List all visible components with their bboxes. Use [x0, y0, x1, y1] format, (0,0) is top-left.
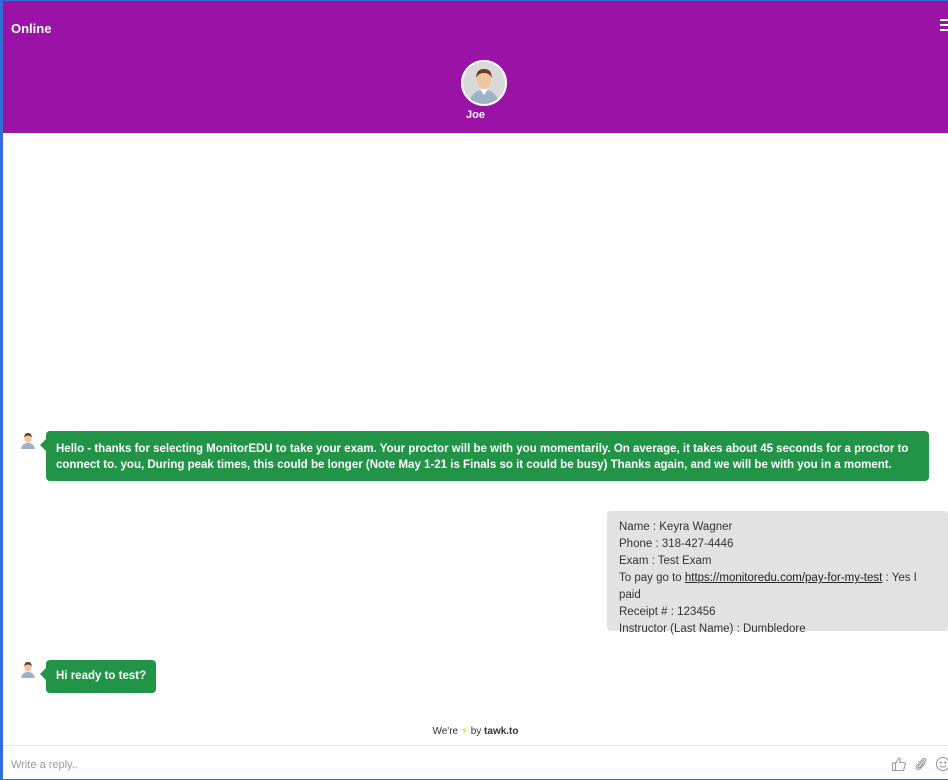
- pay-link[interactable]: https://monitoredu.com/pay-for-my-test: [685, 572, 882, 584]
- lightning-icon: ⚡: [460, 726, 468, 737]
- reply-input[interactable]: [11, 755, 871, 775]
- visitor-message-bubble: Name : Keyra Wagner Phone : 318-427-4446…: [607, 511, 948, 635]
- agent-message-text: Hello - thanks for selecting MonitorEDU …: [56, 443, 909, 471]
- chat-widget: Online Joe Hello - thanks for selecting …: [0, 0, 948, 780]
- agent-name: Joe: [466, 109, 485, 121]
- emoji-icon[interactable]: [935, 756, 948, 772]
- agent-avatar: [461, 60, 507, 106]
- chat-header: Online Joe: [3, 1, 948, 133]
- reply-bar: [3, 745, 948, 779]
- visitor-phone-line: Phone : 318-427-4446: [619, 538, 734, 550]
- agent-message-avatar: [19, 431, 37, 449]
- visitor-receipt-line: Receipt # : 123456: [619, 606, 716, 618]
- brand-name: tawk.to: [484, 726, 519, 737]
- menu-icon[interactable]: [940, 19, 948, 31]
- pay-prefix: To pay go to: [619, 572, 685, 584]
- visitor-instructor-line: Instructor (Last Name) : Dumbledore: [619, 623, 806, 635]
- agent-message-bubble: Hi ready to test?: [40, 660, 157, 693]
- visitor-name-line: Name : Keyra Wagner: [619, 521, 733, 533]
- powered-by[interactable]: We're ⚡ by tawk.to: [3, 726, 948, 737]
- powered-prefix: We're: [432, 726, 459, 737]
- paperclip-icon[interactable]: [913, 756, 929, 772]
- agent-message-avatar: [19, 660, 37, 678]
- powered-by-text: by: [470, 726, 482, 737]
- visitor-exam-line: Exam : Test Exam: [619, 555, 712, 567]
- status-label: Online: [11, 21, 52, 36]
- visitor-pay-line: To pay go to https://monitoredu.com/pay-…: [619, 570, 936, 604]
- agent-message-text: Hi ready to test?: [56, 670, 147, 682]
- thumbs-up-icon[interactable]: [891, 756, 907, 772]
- agent-message-bubble: Hello - thanks for selecting MonitorEDU …: [40, 431, 929, 481]
- message-list: Hello - thanks for selecting MonitorEDU …: [3, 133, 948, 713]
